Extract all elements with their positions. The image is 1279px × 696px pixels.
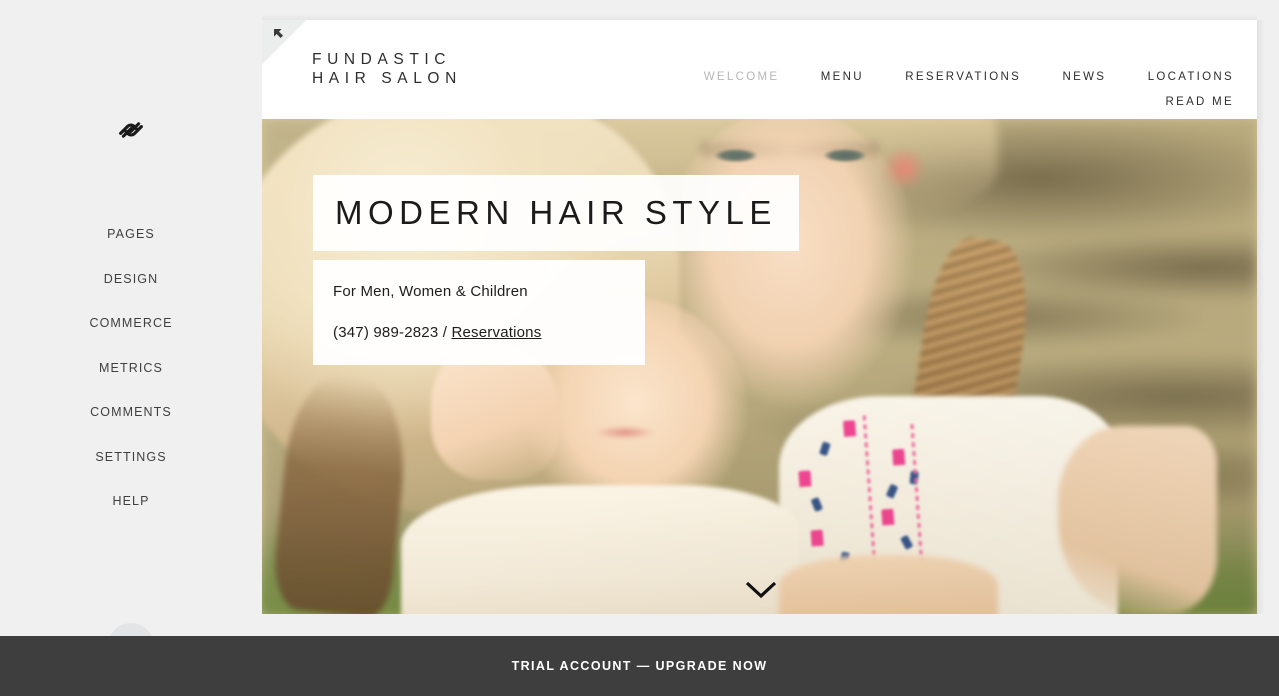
sidebar-item-design[interactable]: DESIGN: [0, 272, 262, 286]
hero-section: MODERN HAIR STYLE For Men, Women & Child…: [262, 119, 1257, 614]
hero-subtitle-box: For Men, Women & Children (347) 989-2823…: [313, 260, 645, 365]
site-nav-item-reservations[interactable]: RESERVATIONS: [905, 65, 1021, 89]
hero-headline: MODERN HAIR STYLE: [335, 194, 777, 231]
site-nav: WELCOME MENU RESERVATIONS NEWS LOCATIONS…: [624, 64, 1234, 114]
hero-contact-line: (347) 989-2823 / Reservations: [333, 323, 625, 343]
hero-phone: (347) 989-2823 /: [333, 324, 452, 341]
hero-reservations-link[interactable]: Reservations: [451, 324, 541, 341]
site-header: FUNDASTIC HAIR SALON WELCOME MENU RESERV…: [262, 20, 1257, 119]
squarespace-logo-icon[interactable]: [0, 117, 262, 143]
admin-sidebar: PAGES DESIGN COMMERCE METRICS COMMENTS S…: [0, 0, 262, 696]
hero-headline-box: MODERN HAIR STYLE: [313, 175, 799, 251]
site-nav-item-locations[interactable]: LOCATIONS: [1148, 65, 1234, 89]
site-logo-title[interactable]: FUNDASTIC HAIR SALON: [312, 50, 462, 88]
sidebar-item-metrics[interactable]: METRICS: [0, 361, 262, 375]
site-nav-item-menu[interactable]: MENU: [821, 65, 864, 89]
site-preview-panel: FUNDASTIC HAIR SALON WELCOME MENU RESERV…: [262, 20, 1257, 614]
hero-subtitle: For Men, Women & Children: [333, 283, 528, 300]
site-nav-item-read-me[interactable]: READ ME: [1166, 90, 1235, 114]
admin-nav: PAGES DESIGN COMMERCE METRICS COMMENTS S…: [0, 228, 262, 540]
sidebar-item-settings[interactable]: SETTINGS: [0, 450, 262, 464]
sidebar-item-commerce[interactable]: COMMERCE: [0, 317, 262, 330]
arrow-up-left-icon[interactable]: [272, 27, 287, 47]
sidebar-item-pages[interactable]: PAGES: [0, 228, 262, 241]
trial-account-banner-text: TRIAL ACCOUNT — UPGRADE NOW: [511, 659, 768, 673]
sidebar-item-comments[interactable]: COMMENTS: [0, 406, 262, 419]
site-nav-item-news[interactable]: NEWS: [1063, 65, 1107, 89]
preview-panel-right-shadow: [1257, 20, 1265, 614]
sidebar-item-help[interactable]: HELP: [0, 495, 262, 508]
chevron-down-icon[interactable]: [744, 579, 778, 606]
trial-account-banner[interactable]: TRIAL ACCOUNT — UPGRADE NOW: [0, 636, 1279, 696]
site-nav-item-welcome[interactable]: WELCOME: [704, 65, 780, 89]
